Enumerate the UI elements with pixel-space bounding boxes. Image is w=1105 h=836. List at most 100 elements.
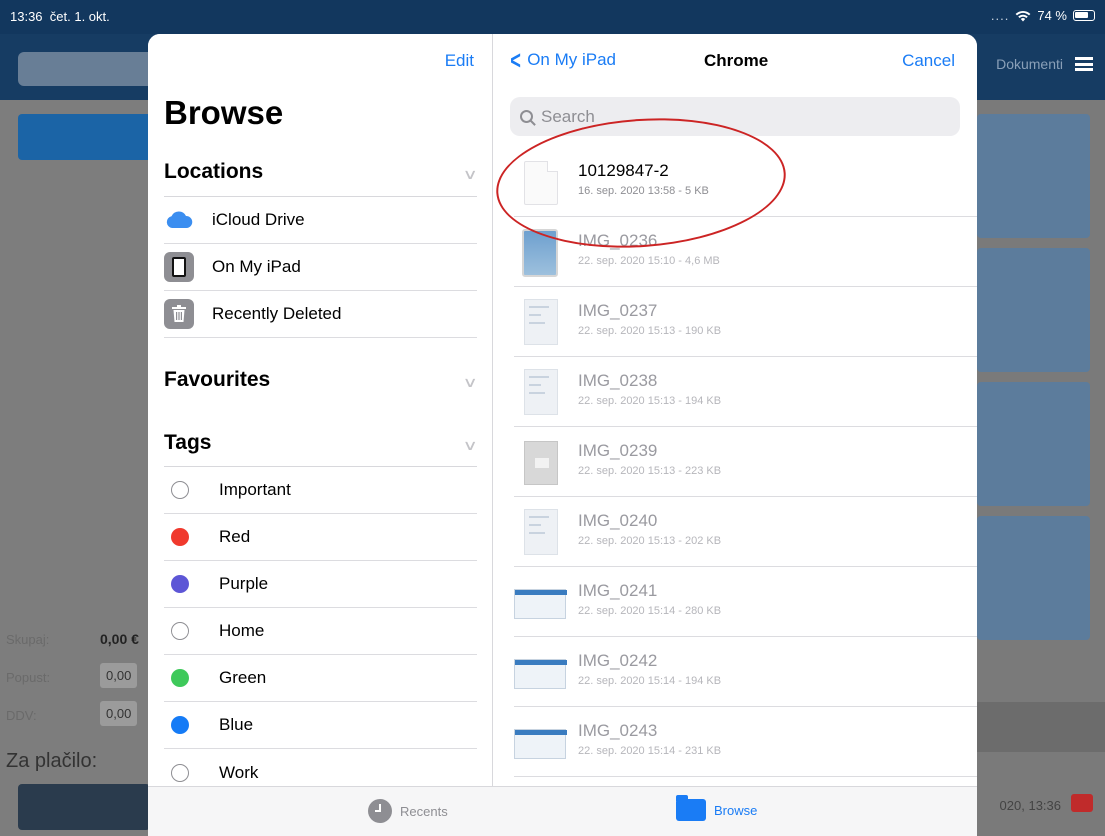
file-meta: 22. sep. 2020 15:13 - 194 KB — [578, 395, 722, 407]
bg-bottom-button — [18, 784, 150, 830]
chevron-down-icon: ∨ — [462, 374, 478, 390]
sidebar-item-on-my-ipad[interactable]: On My iPad — [164, 244, 477, 291]
battery-percent: 74 % — [1037, 8, 1067, 23]
file-name: IMG_0243 — [578, 721, 658, 740]
tag-circle-icon — [171, 622, 189, 640]
file-meta: 22. sep. 2020 15:10 - 4,6 MB — [578, 255, 720, 267]
search-input[interactable]: Search — [510, 97, 960, 136]
bg-tile — [977, 248, 1090, 372]
tab-recents[interactable]: Recents — [368, 799, 448, 823]
tag-item-important[interactable]: Important — [164, 467, 477, 514]
bg-datetime: 020, 13:36 — [999, 798, 1061, 813]
briefcase-icon — [1071, 794, 1093, 812]
file-meta: 22. sep. 2020 15:13 - 202 KB — [578, 535, 722, 547]
file-row[interactable]: IMG_0237 22. sep. 2020 15:13 - 190 KB — [514, 287, 977, 357]
bg-search-bar — [18, 52, 158, 86]
status-bar: 13:36 čet. 1. okt. .... 74 % — [0, 0, 1105, 34]
cancel-button[interactable]: Cancel — [902, 51, 955, 71]
file-thumbnail — [514, 439, 566, 485]
folder-title: Chrome — [704, 51, 769, 70]
file-meta: 16. sep. 2020 13:58 - 5 KB — [578, 185, 709, 197]
file-row[interactable]: IMG_0241 22. sep. 2020 15:14 - 280 KB — [514, 567, 977, 637]
tab-browse[interactable]: Browse — [676, 795, 757, 821]
file-row[interactable]: IMG_0240 22. sep. 2020 15:13 - 202 KB — [514, 497, 977, 567]
file-browser: < On My iPad Chrome Cancel Search 101298… — [491, 34, 977, 836]
tag-item-blue[interactable]: Blue — [164, 702, 477, 749]
file-name: IMG_0242 — [578, 651, 658, 670]
file-name: IMG_0236 — [578, 231, 658, 250]
bg-tile — [977, 114, 1090, 238]
edit-button[interactable]: Edit — [445, 51, 474, 71]
hamburger-icon — [1075, 57, 1093, 71]
file-row[interactable]: IMG_0236 22. sep. 2020 15:10 - 4,6 MB — [514, 217, 977, 287]
file-picker-modal: Edit Browse Locations ∨ iCloud Drive On … — [148, 34, 977, 836]
tag-item-purple[interactable]: Purple — [164, 561, 477, 608]
tag-item-home[interactable]: Home — [164, 608, 477, 655]
file-name: IMG_0241 — [578, 581, 658, 600]
purple-dot-icon — [171, 575, 189, 593]
bg-dokumenti: Dokumenti — [996, 56, 1093, 72]
file-row[interactable]: IMG_0243 22. sep. 2020 15:14 - 231 KB — [514, 707, 977, 777]
chevron-down-icon: ∨ — [462, 166, 478, 182]
bg-blue-button — [18, 114, 158, 160]
clock-icon — [368, 799, 392, 823]
cloud-icon — [164, 205, 194, 235]
battery-icon — [1073, 10, 1095, 21]
file-thumbnail — [514, 159, 566, 205]
tab-bar: Recents Browse — [148, 786, 977, 836]
bg-popust-label: Popust: — [6, 670, 51, 685]
bg-za-placilo: Za plačilo: — [6, 750, 98, 772]
file-meta: 22. sep. 2020 15:14 - 194 KB — [578, 675, 722, 687]
file-thumbnail — [514, 649, 567, 695]
file-row[interactable]: IMG_0242 22. sep. 2020 15:14 - 194 KB — [514, 637, 977, 707]
file-name: IMG_0240 — [578, 511, 658, 530]
sidebar-item-recently-deleted[interactable]: Recently Deleted — [164, 291, 477, 338]
file-name: 10129847-2 — [578, 161, 669, 180]
file-meta: 22. sep. 2020 15:13 - 190 KB — [578, 325, 722, 337]
bg-tile — [977, 516, 1090, 640]
bg-ddv-value: 0,00 — [100, 701, 138, 726]
tag-circle-icon — [171, 763, 189, 782]
file-name: IMG_0239 — [578, 441, 658, 460]
file-name: IMG_0237 — [578, 301, 658, 320]
ipad-icon — [164, 252, 194, 282]
bg-skupaj-value: 0,00 € — [100, 631, 139, 647]
file-name: IMG_0238 — [578, 371, 658, 390]
sidebar-item-icloud-drive[interactable]: iCloud Drive — [164, 197, 477, 244]
file-meta: 22. sep. 2020 15:13 - 223 KB — [578, 465, 722, 477]
browse-title: Browse — [164, 94, 284, 131]
file-meta: 22. sep. 2020 15:14 - 280 KB — [578, 605, 722, 617]
status-time: 13:36 čet. 1. okt. — [10, 9, 110, 24]
green-dot-icon — [171, 669, 189, 687]
file-row[interactable]: IMG_0239 22. sep. 2020 15:13 - 223 KB — [514, 427, 977, 497]
bg-row — [977, 702, 1105, 752]
file-thumbnail — [514, 369, 566, 415]
bg-ddv-label: DDV: — [6, 708, 37, 723]
tag-item-red[interactable]: Red — [164, 514, 477, 561]
wifi-icon — [1015, 10, 1031, 21]
file-row[interactable]: IMG_0238 22. sep. 2020 15:13 - 194 KB — [514, 357, 977, 427]
chevron-down-icon: ∨ — [462, 437, 478, 453]
folder-icon — [676, 795, 706, 821]
bg-tile — [977, 382, 1090, 506]
bg-popust-value: 0,00 — [100, 663, 138, 688]
tag-circle-icon — [171, 481, 189, 499]
trash-icon — [164, 299, 194, 329]
favourites-header[interactable]: Favourites ∨ — [164, 368, 478, 412]
file-thumbnail — [514, 719, 567, 765]
browse-sidebar: Edit Browse Locations ∨ iCloud Drive On … — [148, 34, 493, 836]
back-button[interactable]: < On My iPad — [508, 44, 616, 75]
file-thumbnail — [514, 299, 566, 345]
tag-item-green[interactable]: Green — [164, 655, 477, 702]
red-dot-icon — [171, 528, 189, 546]
chevron-left-icon: < — [510, 44, 521, 75]
file-row[interactable]: 10129847-2 16. sep. 2020 13:58 - 5 KB — [514, 147, 977, 217]
bg-skupaj-label: Skupaj: — [6, 632, 50, 647]
status-indicators: .... 74 % — [991, 8, 1095, 23]
file-thumbnail — [514, 229, 566, 277]
signal-icon: .... — [990, 8, 1010, 23]
file-meta: 22. sep. 2020 15:14 - 231 KB — [578, 745, 722, 757]
blue-dot-icon — [171, 716, 189, 734]
file-thumbnail — [514, 579, 567, 625]
search-icon — [520, 110, 533, 123]
